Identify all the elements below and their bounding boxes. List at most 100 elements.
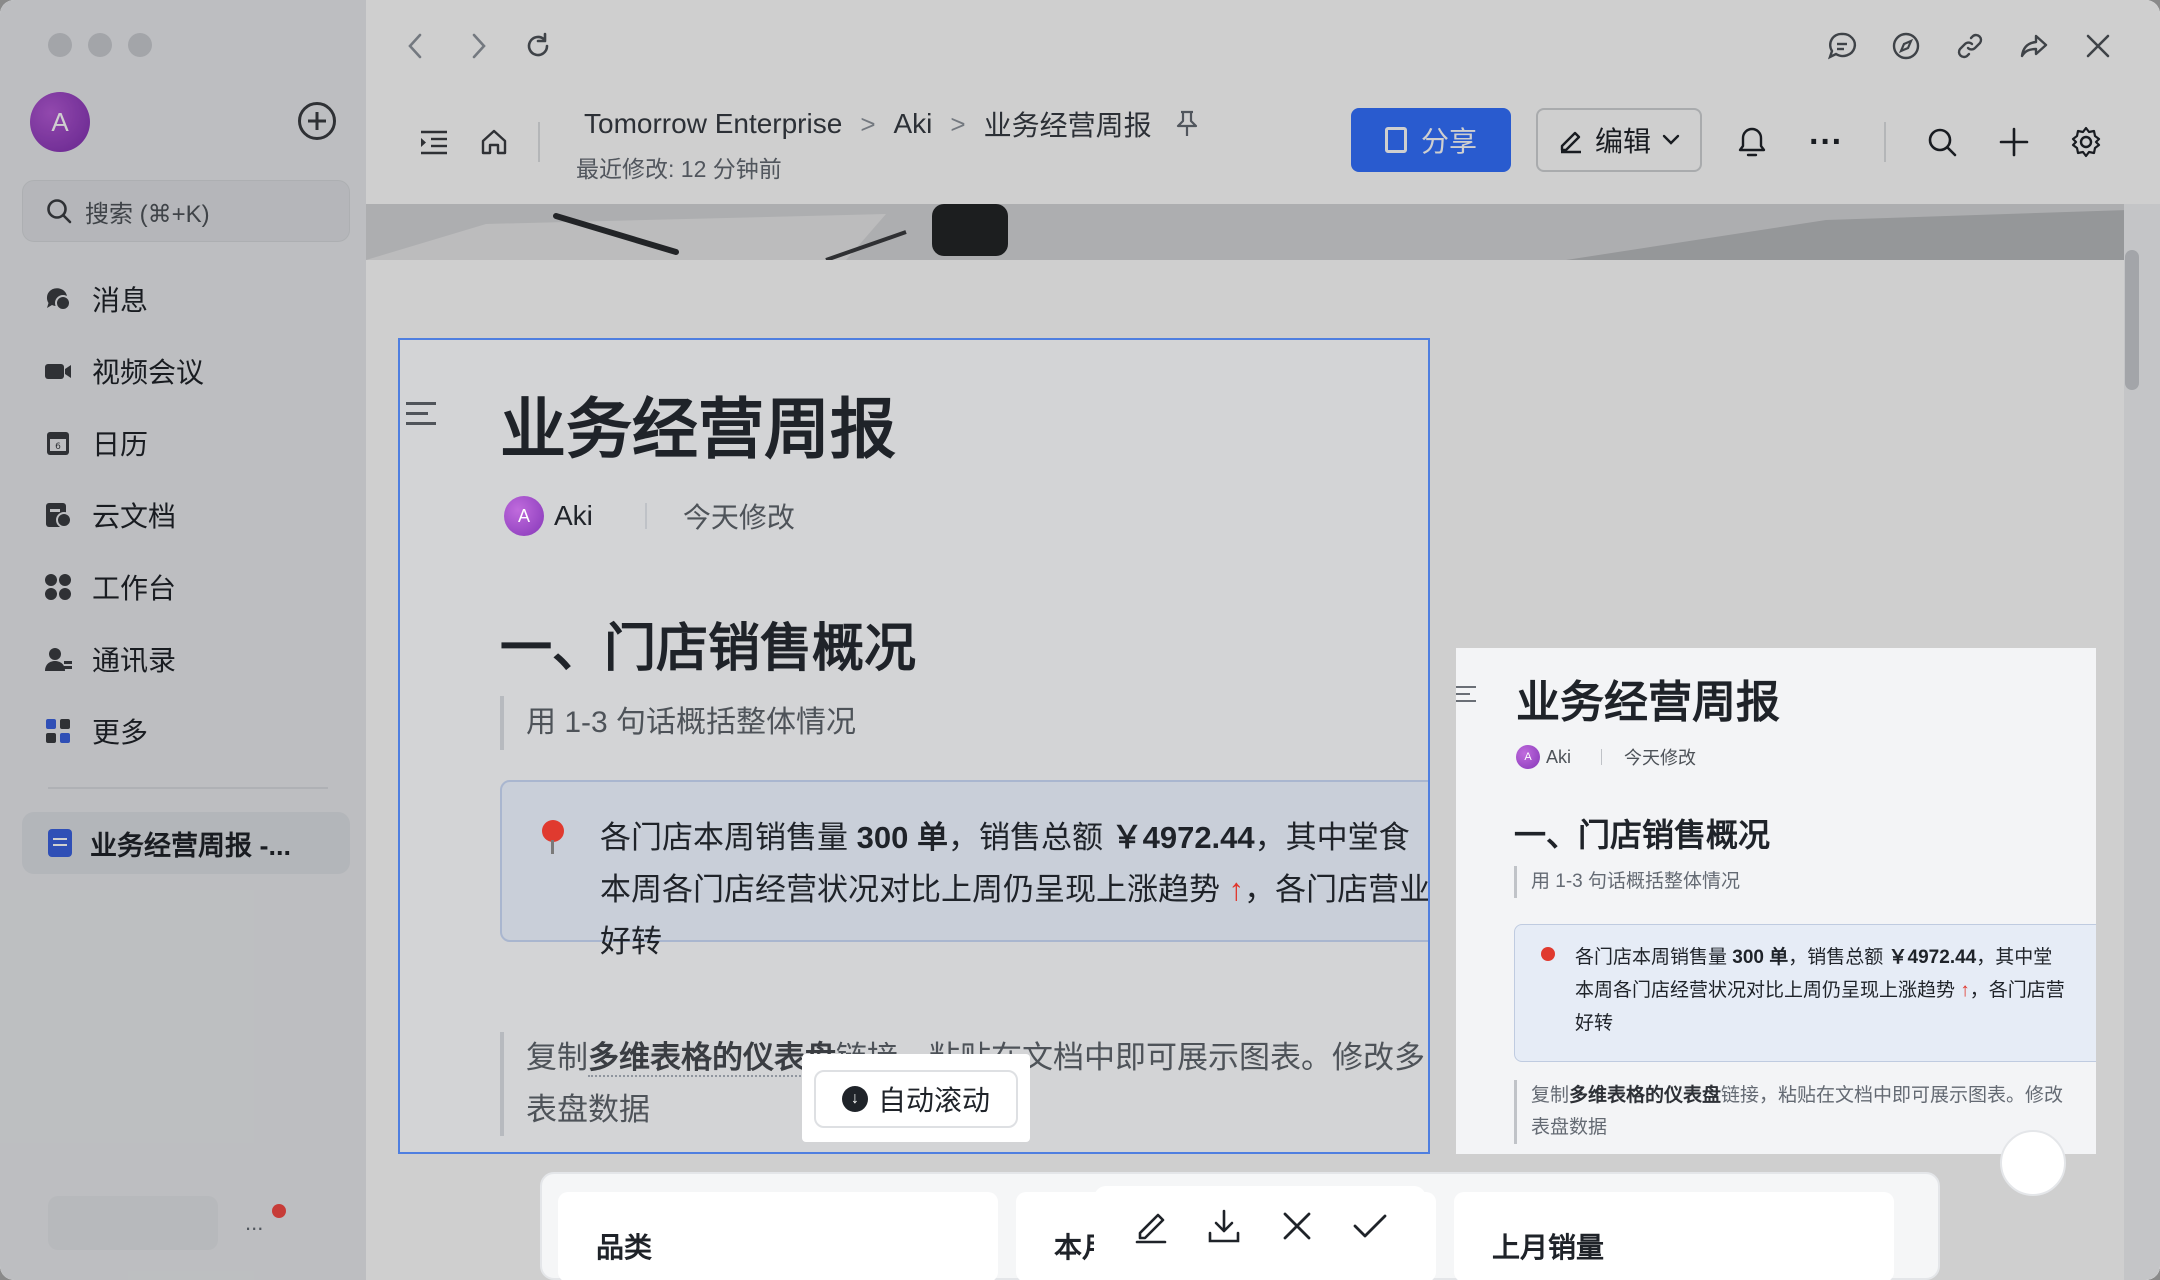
modified-text: 今天修改: [682, 502, 795, 533]
search-placeholder: 搜索 (⌘+K): [85, 200, 210, 228]
sidebar-status-pill[interactable]: [48, 1196, 218, 1250]
chevron-right-icon: [472, 33, 486, 59]
tip-text-run: 复制: [526, 1040, 588, 1075]
more-options-button[interactable]: ···: [1802, 118, 1850, 166]
breadcrumb-owner[interactable]: Aki: [894, 108, 933, 140]
app-window: A 搜索 (⌘+K) 消息 视频会议 6 日历 云文档 工作台 通讯录 更多 业…: [0, 0, 2160, 1280]
preview-title: 业务经营周报: [1516, 678, 1780, 727]
new-button[interactable]: [1990, 118, 2038, 166]
breadcrumb-doc[interactable]: 业务经营周报: [984, 104, 1152, 144]
settings-button[interactable]: [2062, 118, 2110, 166]
notification-dot: [272, 1204, 286, 1218]
preview-hint: 用 1-3 句话概括整体情况: [1514, 866, 1740, 898]
window-close-dot[interactable]: [48, 33, 72, 57]
sidebar-item-label: 通讯录: [92, 645, 177, 676]
annotate-button[interactable]: [1127, 1202, 1175, 1250]
outline-handle-icon: [1456, 686, 1476, 707]
callout-line: 好转: [600, 924, 662, 959]
add-circle-icon[interactable]: [298, 102, 336, 140]
callout-text-run: 本周各门店经营状况对比上周仍呈现上涨趋势: [600, 872, 1229, 907]
header-divider: [1884, 122, 1886, 162]
user-avatar[interactable]: A: [30, 92, 90, 152]
forward-button[interactable]: [458, 26, 498, 66]
capture-preview: 业务经营周报 A Aki 今天修改 一、门店销售概况 用 1-3 句话概括整体情…: [1456, 648, 2096, 1154]
sidebar-divider: [48, 787, 328, 789]
tip-highlight: 多维表格的仪表盘: [588, 1040, 836, 1077]
sidebar-item-video[interactable]: 视频会议: [42, 346, 204, 396]
pencil-icon: [1560, 131, 1581, 154]
sidebar: A 搜索 (⌘+K) 消息 视频会议 6 日历 云文档 工作台 通讯录 更多 业…: [0, 0, 366, 1280]
pushpin-icon: [1541, 947, 1555, 961]
back-button[interactable]: [396, 26, 436, 66]
comment-button[interactable]: [1820, 24, 1864, 68]
preview-heading: 一、门店销售概况: [1514, 817, 1771, 853]
sidebar-item-workspace[interactable]: 工作台: [42, 562, 176, 612]
cloud-doc-icon: [42, 499, 74, 531]
compass-button[interactable]: [1884, 24, 1928, 68]
outline-handle-icon[interactable]: [406, 402, 436, 432]
author-avatar[interactable]: A: [504, 496, 544, 536]
last-modified: 最近修改: 12 分钟前: [576, 156, 782, 182]
sidebar-item-more[interactable]: 更多: [42, 706, 148, 756]
preview-meta: A Aki 今天修改: [1516, 744, 1696, 770]
notification-button[interactable]: [1728, 118, 1776, 166]
edit-mode-dropdown[interactable]: 编辑: [1536, 108, 1702, 172]
auto-scroll-label: 自动滚动: [877, 1085, 990, 1116]
download-button[interactable]: [1200, 1202, 1248, 1250]
doc-title: 业务经营周报: [500, 392, 896, 466]
video-icon: [42, 355, 74, 387]
close-icon: [2086, 34, 2110, 58]
chevron-right-icon: >: [860, 108, 876, 139]
callout-line: 本周各门店经营状况对比上周仍呈现上涨趋势 ↑，各门店营: [1575, 974, 2065, 1007]
svg-text:6: 6: [55, 442, 61, 452]
breadcrumb-workspace[interactable]: Tomorrow Enterprise: [584, 108, 842, 140]
section-hint: 用 1-3 句话概括整体情况: [500, 696, 856, 750]
sidebar-item-label: 消息: [92, 285, 149, 316]
copy-link-button[interactable]: [1948, 24, 1992, 68]
edit-label: 编辑: [1594, 126, 1651, 157]
search-input[interactable]: 搜索 (⌘+K): [22, 180, 350, 242]
calendar-icon: 6: [42, 427, 74, 459]
auto-scroll-button[interactable]: ↓ 自动滚动: [814, 1070, 1018, 1128]
callout-text: 各门店本周销售量 300 单，销售总额 ￥4972.44，其中堂食 本周各门店经…: [600, 812, 1428, 968]
sidebar-item-messages[interactable]: 消息: [42, 274, 148, 324]
reload-icon: [527, 32, 549, 57]
callout-text-run: ，各门店营: [1969, 980, 2065, 1001]
close-button[interactable]: [2076, 24, 2120, 68]
scrollbar-thumb[interactable]: [2125, 250, 2139, 390]
window-minimize-dot[interactable]: [88, 33, 112, 57]
reload-button[interactable]: [516, 24, 560, 68]
share-button[interactable]: 分享: [1351, 108, 1511, 172]
outline-toggle-button[interactable]: [414, 122, 454, 162]
callout-line: 好转: [1575, 1013, 1614, 1034]
building-icon: [1384, 127, 1407, 153]
capture-selection[interactable]: 业务经营周报 A Aki 今天修改 一、门店销售概况 用 1-3 句话概括整体情…: [398, 338, 1430, 1154]
author-name[interactable]: Aki: [554, 500, 593, 532]
sidebar-item-cloud-docs[interactable]: 云文档: [42, 490, 176, 540]
sidebar-open-doc[interactable]: 业务经营周报 -...: [22, 812, 350, 874]
sidebar-item-contacts[interactable]: 通讯录: [42, 634, 176, 684]
confirm-capture-button[interactable]: [1346, 1202, 1394, 1250]
contacts-icon: [42, 643, 74, 675]
sales-count: 300 单: [1732, 947, 1789, 968]
doc-search-button[interactable]: [1918, 118, 1966, 166]
tip-text-run: 链接，粘贴在文档中即可展示图表。修改: [1721, 1085, 2064, 1106]
cancel-capture-button[interactable]: [1273, 1202, 1321, 1250]
callout-line: 各门店本周销售量 300 单，销售总额 ￥4972.44，其中堂食: [600, 812, 1428, 864]
sidebar-item-label: 视频会议: [92, 357, 205, 388]
link-icon: [1957, 33, 1983, 59]
compass-icon: [1892, 32, 1920, 60]
arrow-up-icon: ↑: [1960, 980, 1970, 1001]
callout-line: 本周各门店经营状况对比上周仍呈现上涨趋势 ↑，各门店营业: [600, 864, 1428, 916]
sidebar-item-calendar[interactable]: 6 日历: [42, 418, 148, 468]
gear-icon: [2071, 126, 2101, 158]
workspace-icon: [42, 571, 74, 603]
preview-callout-text: 各门店本周销售量 300 单，销售总额 ￥4972.44，其中堂 本周各门店经营…: [1575, 941, 2065, 1040]
more-apps-icon: [42, 715, 74, 747]
home-icon: [481, 129, 507, 155]
forward-share-button[interactable]: [2012, 24, 2056, 68]
pin-icon[interactable]: [1174, 109, 1200, 139]
window-zoom-dot[interactable]: [128, 33, 152, 57]
home-button[interactable]: [472, 120, 516, 164]
help-button[interactable]: [2000, 1130, 2066, 1196]
